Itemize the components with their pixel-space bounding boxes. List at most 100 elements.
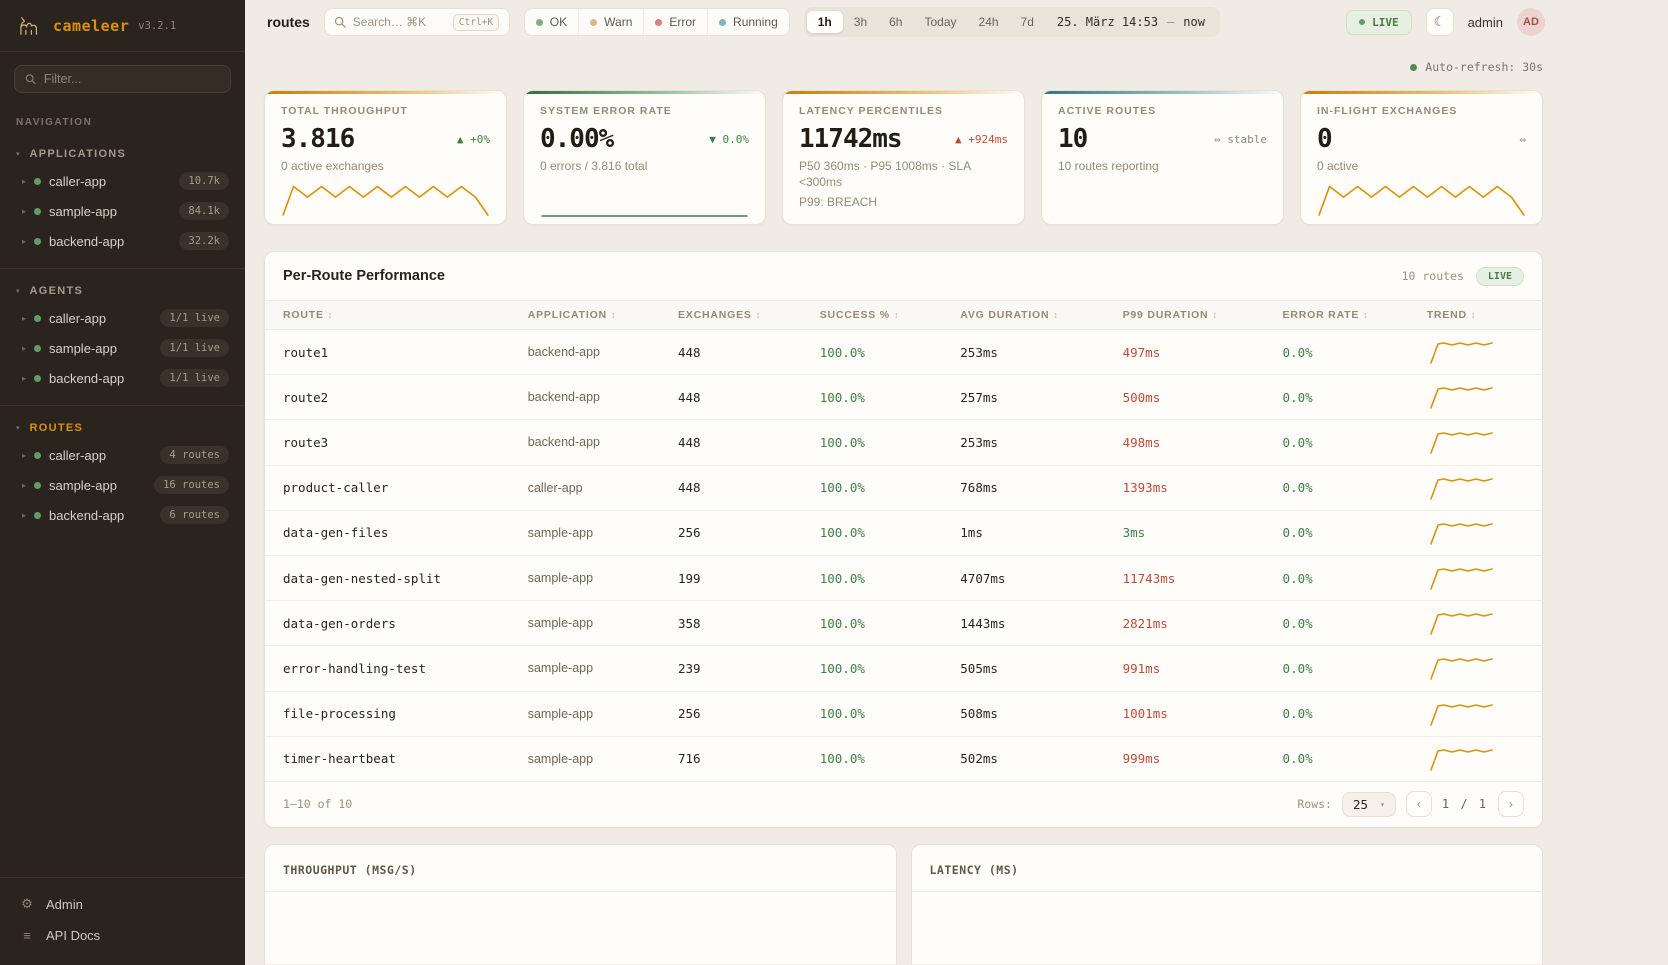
- avatar[interactable]: AD: [1517, 8, 1545, 36]
- chevron-right-icon: ▸: [22, 374, 26, 383]
- section-header-applications[interactable]: ▾ APPLICATIONS: [0, 142, 245, 166]
- section-header-routes[interactable]: ▾ ROUTES: [0, 416, 245, 440]
- theme-toggle-button[interactable]: ☾: [1426, 8, 1454, 36]
- global-search[interactable]: Ctrl+K: [324, 8, 510, 36]
- live-status-badge[interactable]: LIVE: [1346, 10, 1412, 35]
- cell-avg-duration: 1ms: [942, 525, 1104, 540]
- sidebar-item-backend-app[interactable]: ▸ backend-app 32.2k: [0, 226, 245, 256]
- column-header-p99-duration[interactable]: P99 DURATION↕: [1105, 309, 1265, 321]
- table-row[interactable]: product-caller caller-app 448 100.0% 768…: [265, 466, 1542, 511]
- time-range-today[interactable]: Today: [913, 11, 967, 33]
- chevron-right-icon: ▸: [22, 314, 26, 323]
- cell-error-rate: 0.0%: [1265, 751, 1409, 766]
- column-header-application[interactable]: APPLICATION↕: [510, 309, 660, 321]
- cell-route: error-handling-test: [265, 661, 510, 676]
- filter-chip-warn[interactable]: Warn: [578, 9, 643, 35]
- time-range-6h[interactable]: 6h: [878, 11, 913, 33]
- count-badge: 16 routes: [154, 476, 229, 494]
- table-row[interactable]: data-gen-files sample-app 256 100.0% 1ms…: [265, 511, 1542, 556]
- table-row[interactable]: route3 backend-app 448 100.0% 253ms 498m…: [265, 420, 1542, 465]
- chevron-right-icon: ▸: [22, 451, 26, 460]
- date-range-picker[interactable]: 25. März 14:53 – now: [1045, 15, 1217, 29]
- sidebar-item-caller-app-agent[interactable]: ▸ caller-app 1/1 live: [0, 303, 245, 333]
- date-separator: –: [1167, 15, 1174, 29]
- time-range-3h[interactable]: 3h: [843, 11, 878, 33]
- chevron-down-icon: ▾: [1380, 800, 1385, 809]
- sort-icon: ↕: [1053, 310, 1058, 320]
- chevron-right-icon: ▸: [22, 177, 26, 186]
- sidebar-item-sample-app-routes[interactable]: ▸ sample-app 16 routes: [0, 470, 245, 500]
- sidebar-filter[interactable]: [14, 65, 231, 93]
- logo-row[interactable]: cameleer v3.2.1: [0, 0, 245, 52]
- column-header-exchanges[interactable]: EXCHANGES↕: [660, 309, 802, 321]
- sidebar-item-sample-app-agent[interactable]: ▸ sample-app 1/1 live: [0, 333, 245, 363]
- sidebar-item-caller-app-routes[interactable]: ▸ caller-app 4 routes: [0, 440, 245, 470]
- time-range-1h[interactable]: 1h: [807, 11, 843, 33]
- kpi-active-routes: ACTIVE ROUTES 10 ⇔ stable 10 routes repo…: [1041, 90, 1284, 225]
- prev-page-button[interactable]: ‹: [1406, 791, 1432, 817]
- column-header-avg-duration[interactable]: AVG DURATION↕: [942, 309, 1104, 321]
- date-end: now: [1183, 15, 1205, 29]
- cell-avg-duration: 253ms: [942, 345, 1104, 360]
- table-row[interactable]: file-processing sample-app 256 100.0% 50…: [265, 692, 1542, 737]
- table-row[interactable]: route2 backend-app 448 100.0% 257ms 500m…: [265, 375, 1542, 420]
- chevron-down-icon: ▾: [16, 150, 20, 158]
- item-label: backend-app: [49, 508, 152, 523]
- table-row[interactable]: data-gen-nested-split sample-app 199 100…: [265, 556, 1542, 601]
- time-range-24h[interactable]: 24h: [968, 11, 1010, 33]
- item-label: sample-app: [49, 478, 146, 493]
- count-badge: 4 routes: [160, 446, 229, 464]
- status-dot: [34, 178, 41, 185]
- sidebar-filter-input[interactable]: [44, 72, 220, 86]
- column-header-trend[interactable]: TREND↕: [1409, 309, 1542, 321]
- filter-chip-error[interactable]: Error: [643, 9, 707, 35]
- next-page-button[interactable]: ›: [1498, 791, 1524, 817]
- cell-exchanges: 716: [660, 751, 802, 766]
- status-dot: [34, 482, 41, 489]
- sidebar-item-api-docs[interactable]: ≡ API Docs: [0, 920, 245, 951]
- sidebar-item-admin[interactable]: ⚙ Admin: [0, 888, 245, 920]
- error-dot: [655, 19, 662, 26]
- sidebar-item-sample-app[interactable]: ▸ sample-app 84.1k: [0, 196, 245, 226]
- rows-per-page-select[interactable]: 25 ▾: [1342, 792, 1396, 817]
- sidebar-item-caller-app[interactable]: ▸ caller-app 10.7k: [0, 166, 245, 196]
- table-row[interactable]: error-handling-test sample-app 239 100.0…: [265, 646, 1542, 691]
- column-header-success[interactable]: SUCCESS %↕: [802, 309, 943, 321]
- sidebar-item-backend-app-agent[interactable]: ▸ backend-app 1/1 live: [0, 363, 245, 393]
- kpi-value: 0.00%: [540, 124, 613, 154]
- kpi-system-error-rate: SYSTEM ERROR RATE 0.00% ▼ 0.0% 0 errors …: [523, 90, 766, 225]
- sort-icon: ↕: [894, 310, 899, 320]
- kpi-label: ACTIVE ROUTES: [1058, 105, 1267, 117]
- cell-exchanges: 256: [660, 525, 802, 540]
- item-label: caller-app: [49, 448, 152, 463]
- table-row[interactable]: timer-heartbeat sample-app 716 100.0% 50…: [265, 737, 1542, 782]
- cell-application: caller-app: [510, 481, 660, 495]
- cell-exchanges: 239: [660, 661, 802, 676]
- rows-value: 25: [1353, 797, 1368, 812]
- trend-sparkline: [1427, 519, 1499, 547]
- search-input[interactable]: [353, 15, 453, 29]
- cell-success: 100.0%: [802, 525, 943, 540]
- count-badge: 6 routes: [160, 506, 229, 524]
- kpi-label: SYSTEM ERROR RATE: [540, 105, 749, 117]
- time-range-7d[interactable]: 7d: [1010, 11, 1045, 33]
- search-icon: [25, 73, 36, 85]
- cell-route: data-gen-files: [265, 525, 510, 540]
- kpi-delta: ▲ +924ms: [955, 133, 1008, 146]
- filter-chip-running[interactable]: Running: [707, 9, 789, 35]
- sidebar-item-backend-app-routes[interactable]: ▸ backend-app 6 routes: [0, 500, 245, 530]
- search-icon: [334, 16, 346, 28]
- column-header-error-rate[interactable]: ERROR RATE↕: [1265, 309, 1409, 321]
- kpi-latency-percentiles: LATENCY PERCENTILES 11742ms ▲ +924ms P50…: [782, 90, 1025, 225]
- filter-chip-ok[interactable]: OK: [525, 9, 578, 35]
- table-row[interactable]: data-gen-orders sample-app 358 100.0% 14…: [265, 601, 1542, 646]
- status-dot: [34, 315, 41, 322]
- column-header-route[interactable]: ROUTE↕: [265, 309, 510, 321]
- count-badge: 84.1k: [179, 202, 229, 220]
- count-badge: 1/1 live: [160, 369, 229, 387]
- docs-list-icon: ≡: [20, 928, 34, 943]
- date-start: 25. März 14:53: [1057, 15, 1158, 29]
- table-row[interactable]: route1 backend-app 448 100.0% 253ms 497m…: [265, 330, 1542, 375]
- section-label: ROUTES: [30, 422, 84, 434]
- section-header-agents[interactable]: ▾ AGENTS: [0, 279, 245, 303]
